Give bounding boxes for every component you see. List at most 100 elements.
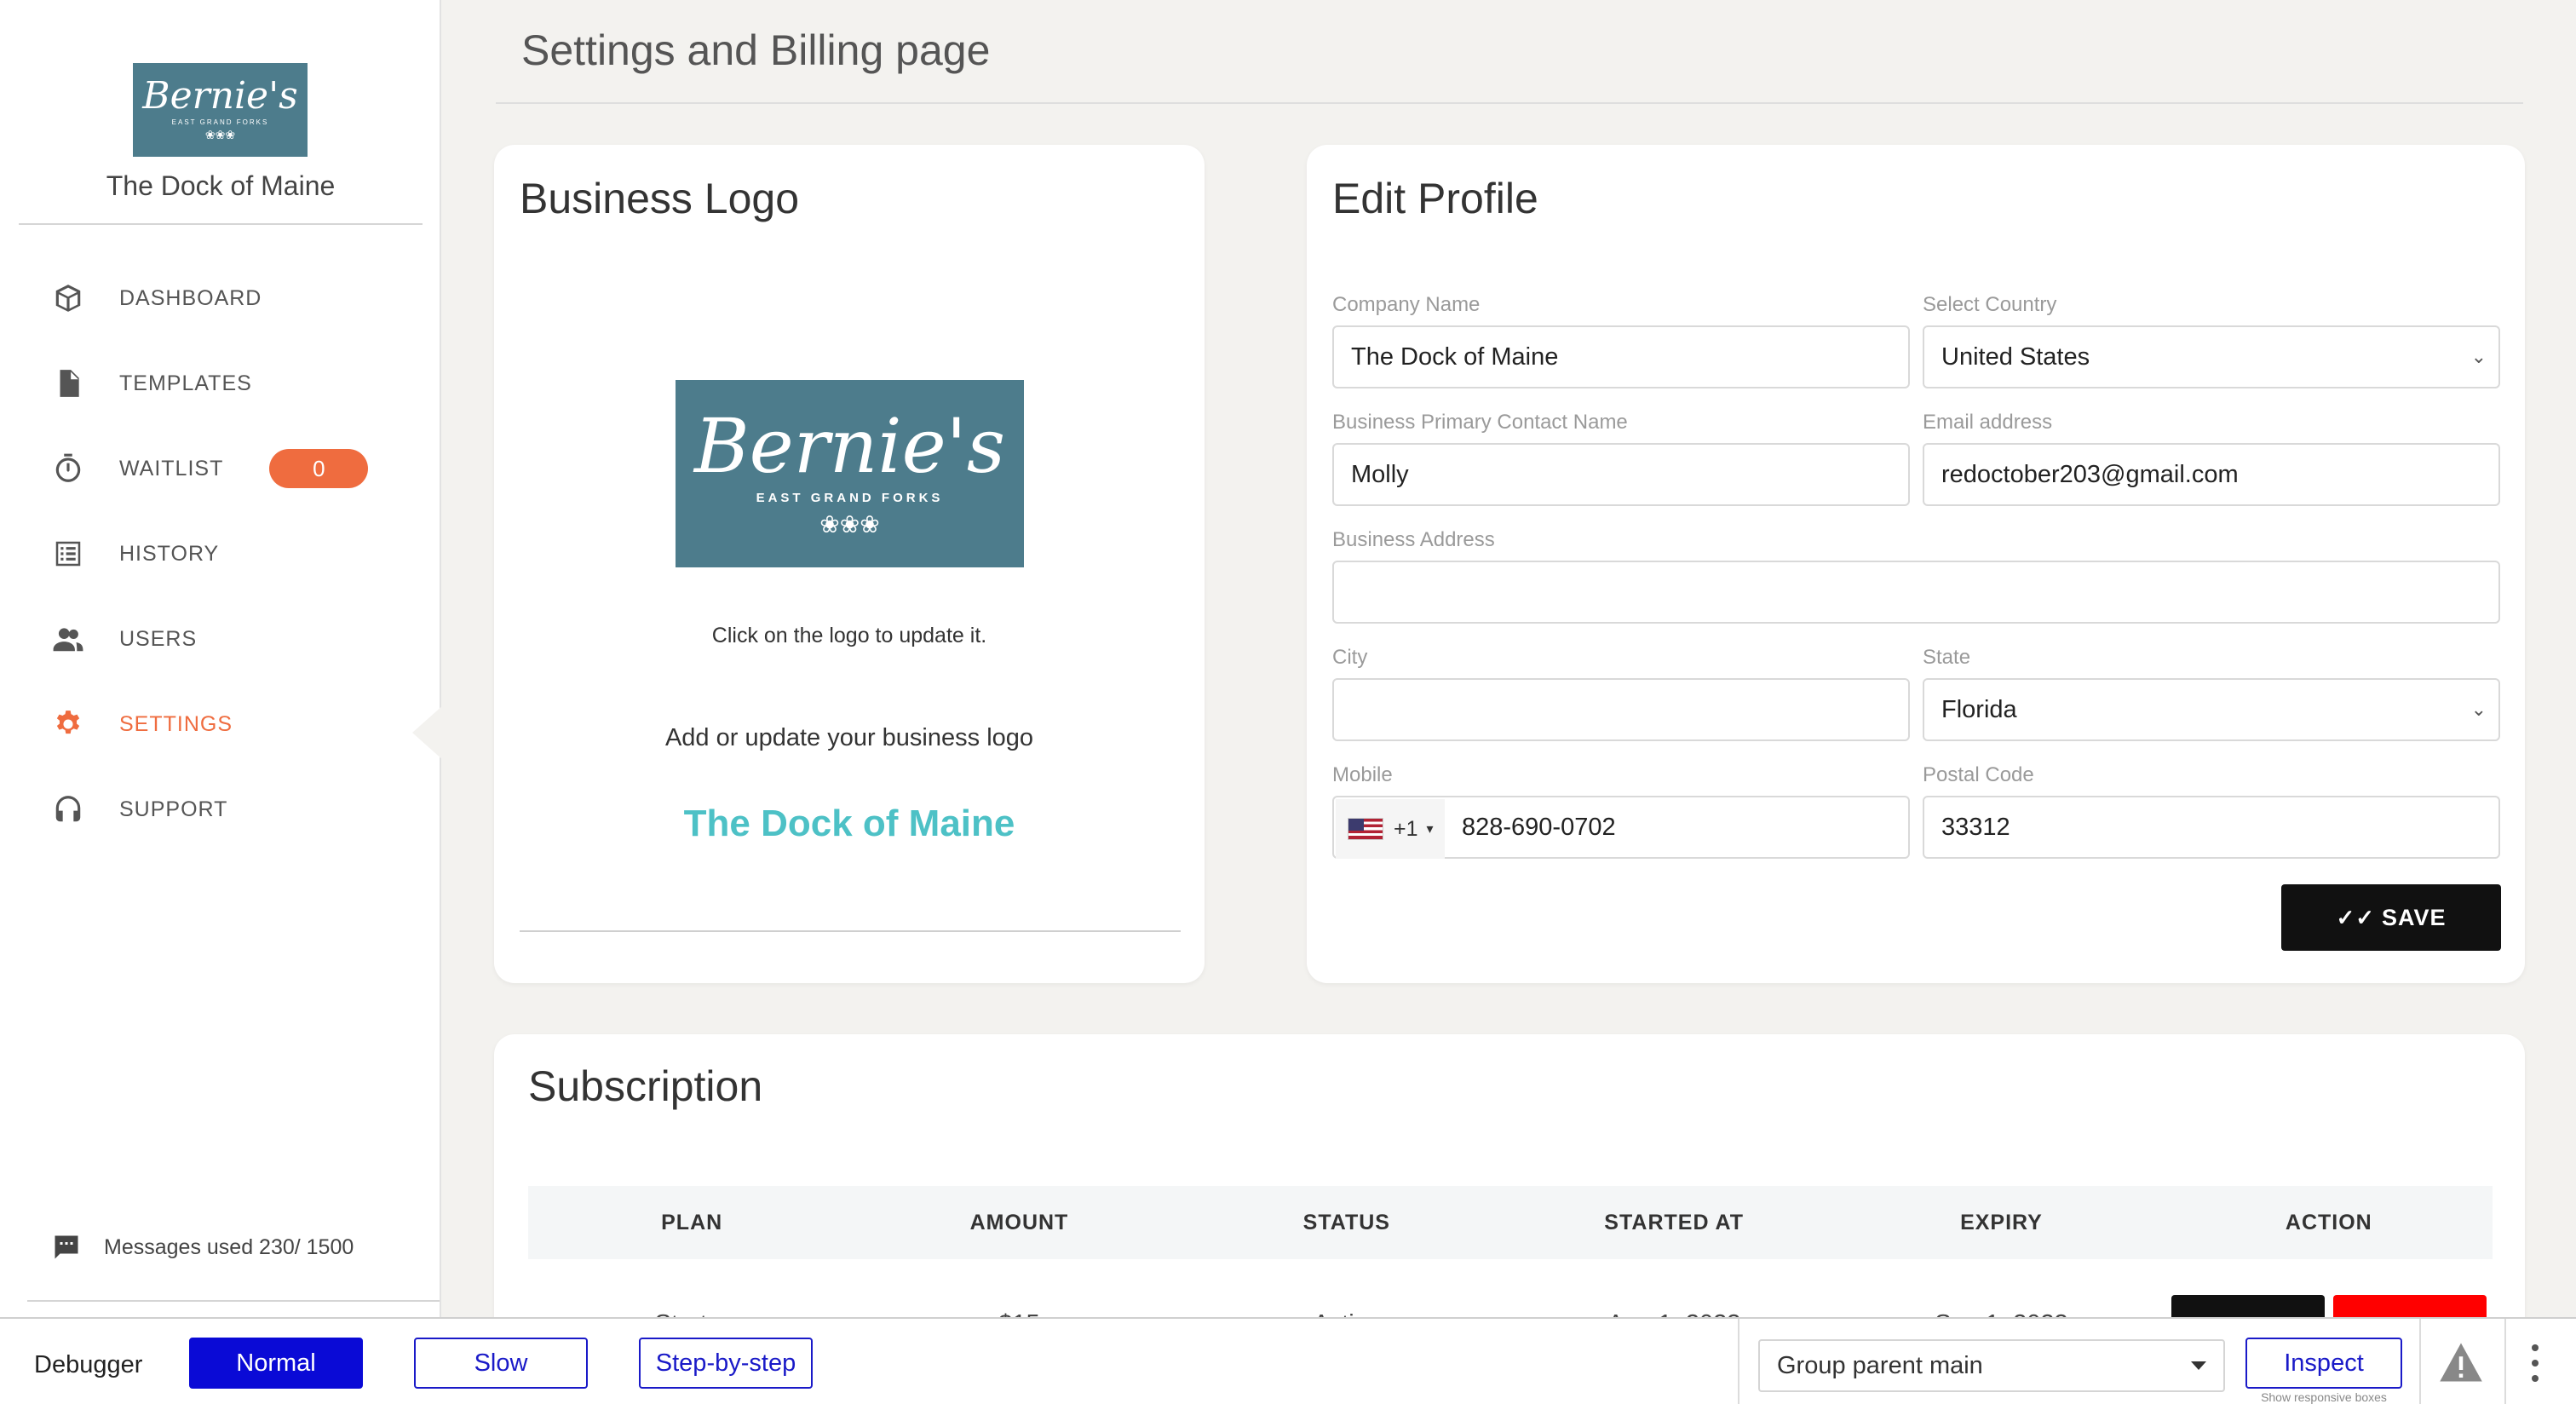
email-label: Email address <box>1923 411 2053 434</box>
sidebar-item-users[interactable]: USERS <box>0 596 441 682</box>
stopwatch-icon <box>49 450 87 487</box>
sidebar-item-templates[interactable]: TEMPLATES <box>0 341 441 426</box>
column-header: AMOUNT <box>969 1210 1069 1234</box>
debugger-bar: Debugger Normal Slow Step-by-step Group … <box>0 1317 2576 1404</box>
company-name-input[interactable]: The Dock of Maine <box>1332 325 1910 388</box>
contact-name-input[interactable]: Molly <box>1332 443 1910 506</box>
logo-update-hint: Click on the logo to update it. <box>711 624 987 647</box>
column-header: PLAN <box>661 1210 723 1234</box>
state-value: Florida <box>1941 695 2017 723</box>
dial-code: +1 <box>1394 816 1418 841</box>
state-select[interactable]: Florida ⌄ <box>1923 678 2500 741</box>
sidebar-item-support[interactable]: SUPPORT <box>0 767 441 852</box>
postal-code-input[interactable]: 33312 <box>1923 796 2500 859</box>
mobile-label: Mobile <box>1332 763 1393 786</box>
country-value: United States <box>1941 342 2090 371</box>
email-field[interactable]: redoctober203@gmail.com <box>1923 443 2500 506</box>
sidebar-item-label: USERS <box>119 626 198 651</box>
debugger-divider <box>1738 1319 1739 1404</box>
mobile-input[interactable]: +1 ▾ 828-690-0702 <box>1332 796 1910 859</box>
save-label: SAVE <box>2382 904 2447 930</box>
sidebar-item-label: SUPPORT <box>119 797 228 821</box>
sidebar-item-label: HISTORY <box>119 541 220 566</box>
sidebar-item-history[interactable]: HISTORY <box>0 511 441 596</box>
more-options-icon[interactable] <box>2527 1344 2544 1382</box>
cube-icon <box>49 279 87 317</box>
sidebar-bottom-divider <box>27 1300 440 1302</box>
business-logo-image[interactable]: Bernie's EAST GRAND FORKS ❀❀❀ <box>676 380 1024 567</box>
sidebar-item-label: SETTINGS <box>119 711 233 736</box>
chevron-down-icon: ⌄ <box>2470 346 2487 367</box>
country-label: Select Country <box>1923 293 2057 316</box>
users-icon <box>49 620 87 658</box>
title-divider <box>496 102 2523 104</box>
inspect-button[interactable]: Inspect <box>2245 1338 2402 1389</box>
messages-usage: Messages used 230/ 1500 <box>51 1232 354 1263</box>
normal-speed-button[interactable]: Normal <box>189 1338 363 1389</box>
debugger-label: Debugger <box>34 1351 143 1378</box>
logo-subtitle: EAST GRAND FORKS <box>756 491 944 505</box>
postal-code-label: Postal Code <box>1923 763 2034 786</box>
step-by-step-button[interactable]: Step-by-step <box>639 1338 813 1389</box>
column-header: EXPIRY <box>1960 1210 2043 1234</box>
messages-used-text: Messages used 230/ 1500 <box>104 1234 354 1259</box>
page-title: Settings and Billing page <box>521 26 991 74</box>
edit-profile-card: Edit Profile Company Name The Dock of Ma… <box>1307 145 2525 983</box>
country-code-picker[interactable]: +1 ▾ <box>1336 799 1445 859</box>
subscription-table-header: PLAN AMOUNT STATUS STARTED AT EXPIRY ACT… <box>528 1186 2493 1259</box>
subscription-title: Subscription <box>528 1062 763 1110</box>
edit-profile-title: Edit Profile <box>1332 175 1538 222</box>
logo-ornament: ❀❀❀ <box>819 511 880 538</box>
business-logo-title: Business Logo <box>520 175 800 222</box>
group-parent-select[interactable]: Group parent main <box>1758 1339 2225 1392</box>
sidebar-item-label: DASHBOARD <box>119 285 262 310</box>
sidebar-nav: DASHBOARD TEMPLATES WAITLIST 0 HISTORY U… <box>0 256 443 852</box>
city-label: City <box>1332 646 1368 669</box>
warning-icon[interactable] <box>2438 1341 2484 1384</box>
headset-icon <box>49 791 87 828</box>
group-select-value: Group parent main <box>1777 1351 1983 1379</box>
country-select[interactable]: United States ⌄ <box>1923 325 2500 388</box>
caret-down-icon <box>2191 1361 2206 1370</box>
logo-ornament: ❀❀❀ <box>204 128 236 141</box>
waitlist-count-badge: 0 <box>269 449 369 488</box>
us-flag-icon <box>1348 818 1383 840</box>
document-icon <box>49 365 87 402</box>
chat-icon <box>55 1235 78 1259</box>
business-name: The Dock of Maine <box>106 170 336 201</box>
contact-name-label: Business Primary Contact Name <box>1332 411 1628 434</box>
logo-update-text: Add or update your business logo <box>664 724 1034 751</box>
debugger-divider <box>2419 1319 2421 1404</box>
sidebar-item-label: TEMPLATES <box>119 371 252 395</box>
sidebar-item-settings[interactable]: SETTINGS <box>0 682 443 767</box>
chevron-down-icon: ⌄ <box>2470 699 2487 720</box>
slow-speed-button[interactable]: Slow <box>414 1338 588 1389</box>
business-logo-thumbnail[interactable]: Bernie's EAST GRAND FORKS ❀❀❀ <box>133 63 308 157</box>
active-indicator <box>412 705 443 760</box>
column-header: STARTED AT <box>1604 1210 1744 1234</box>
logo-script-text: Bernie's <box>142 74 298 118</box>
sidebar-item-label: WAITLIST <box>119 456 224 480</box>
column-header: STATUS <box>1302 1210 1390 1234</box>
sidebar-divider <box>19 223 423 225</box>
double-check-icon: ✓✓ <box>2336 904 2376 930</box>
gear-icon <box>49 705 87 743</box>
address-input[interactable] <box>1332 561 2500 624</box>
save-button[interactable]: ✓✓ SAVE <box>2281 884 2501 951</box>
mobile-value: 828-690-0702 <box>1462 813 1616 841</box>
inspect-subtitle: Show responsive boxes <box>2261 1390 2387 1404</box>
logo-subtitle: EAST GRAND FORKS <box>171 118 269 126</box>
sidebar-item-waitlist[interactable]: WAITLIST 0 <box>0 426 441 511</box>
company-name-label: Company Name <box>1332 293 1481 316</box>
caret-down-icon: ▾ <box>1426 822 1434 837</box>
state-label: State <box>1923 646 1971 669</box>
column-header: ACTION <box>2285 1210 2372 1234</box>
list-icon <box>49 535 87 573</box>
logo-company-name: The Dock of Maine <box>683 803 1015 844</box>
debugger-divider <box>2504 1319 2506 1404</box>
address-label: Business Address <box>1332 528 1495 551</box>
logo-card-divider <box>520 930 1181 932</box>
sidebar-item-dashboard[interactable]: DASHBOARD <box>0 256 441 341</box>
city-input[interactable] <box>1332 678 1910 741</box>
business-logo-card: Business Logo Bernie's EAST GRAND FORKS … <box>494 145 1205 983</box>
